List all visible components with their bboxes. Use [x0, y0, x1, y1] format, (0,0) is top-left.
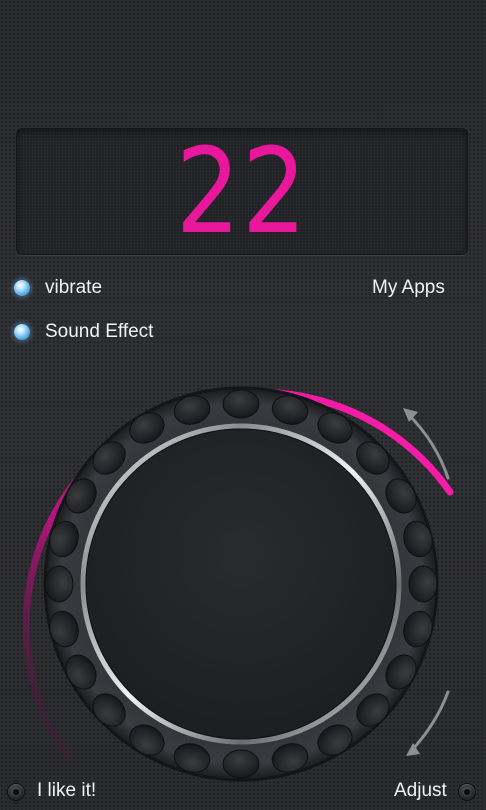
vibrate-label: vibrate — [45, 277, 103, 298]
screw-left-icon — [8, 784, 24, 800]
i-like-it-link[interactable]: I like it! — [37, 780, 96, 802]
counter-value: 22 — [175, 122, 309, 260]
vibrate-toggle[interactable]: vibrate — [12, 275, 102, 301]
screw-right-icon — [459, 784, 475, 800]
sound-effect-toggle[interactable]: Sound Effect — [12, 319, 153, 345]
vibrate-indicator-icon — [14, 280, 30, 296]
dial-center[interactable] — [85, 428, 397, 740]
my-apps-link[interactable]: My Apps — [372, 277, 445, 299]
sound-effect-label: Sound Effect — [45, 321, 154, 342]
sound-effect-indicator-icon — [14, 324, 30, 340]
adjust-link[interactable]: Adjust — [394, 780, 447, 802]
counter-display: 22 — [16, 128, 468, 255]
rotate-arrow-bottom-icon — [406, 690, 450, 756]
rotate-arrow-top-icon — [403, 408, 450, 480]
counter-dial[interactable] — [20, 352, 472, 804]
